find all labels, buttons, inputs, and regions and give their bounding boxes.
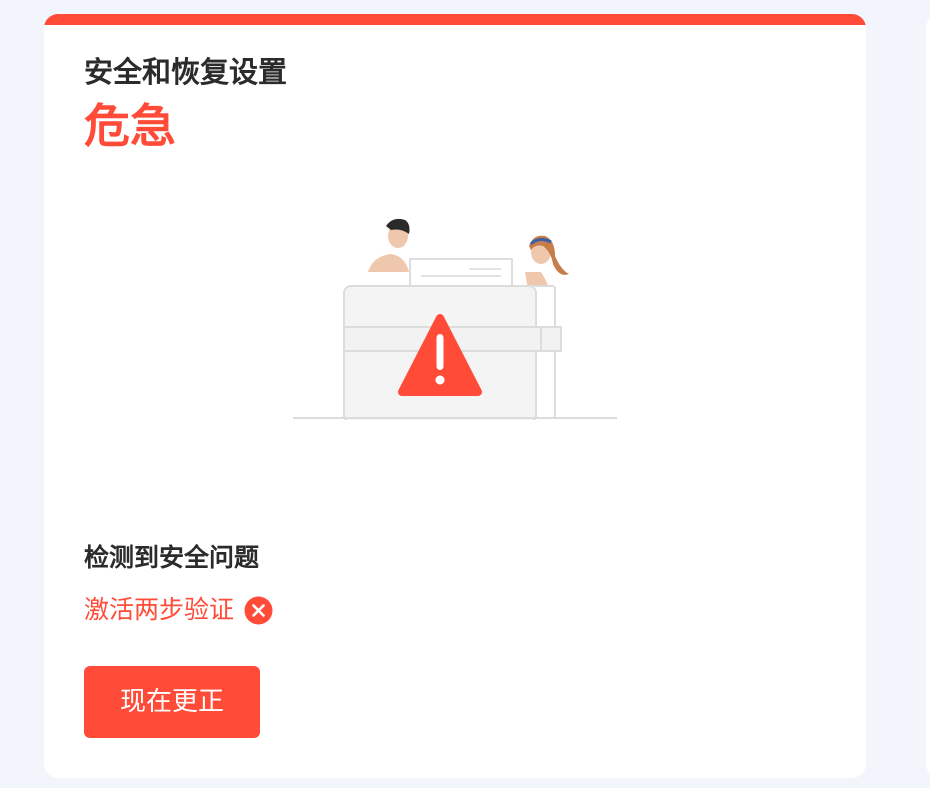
issue-label[interactable]: 激活两步验证 [84, 592, 234, 628]
man-figure [368, 218, 410, 272]
card-title: 安全和恢复设置 [84, 55, 288, 89]
security-warning-illustration [293, 218, 617, 420]
critical-status-bar [44, 14, 866, 25]
fix-now-button[interactable]: 现在更正 [84, 666, 260, 738]
adjacent-card-edge [926, 14, 930, 778]
security-recovery-card: 安全和恢复设置 危急 检测到安全问题 激活两步验证 现在更正 [44, 14, 866, 778]
issue-item-two-step[interactable]: 激活两步验证 [84, 592, 273, 628]
status-label-critical: 危急 [84, 99, 176, 153]
close-circle-icon [244, 596, 273, 624]
issues-heading: 检测到安全问题 [84, 543, 260, 572]
